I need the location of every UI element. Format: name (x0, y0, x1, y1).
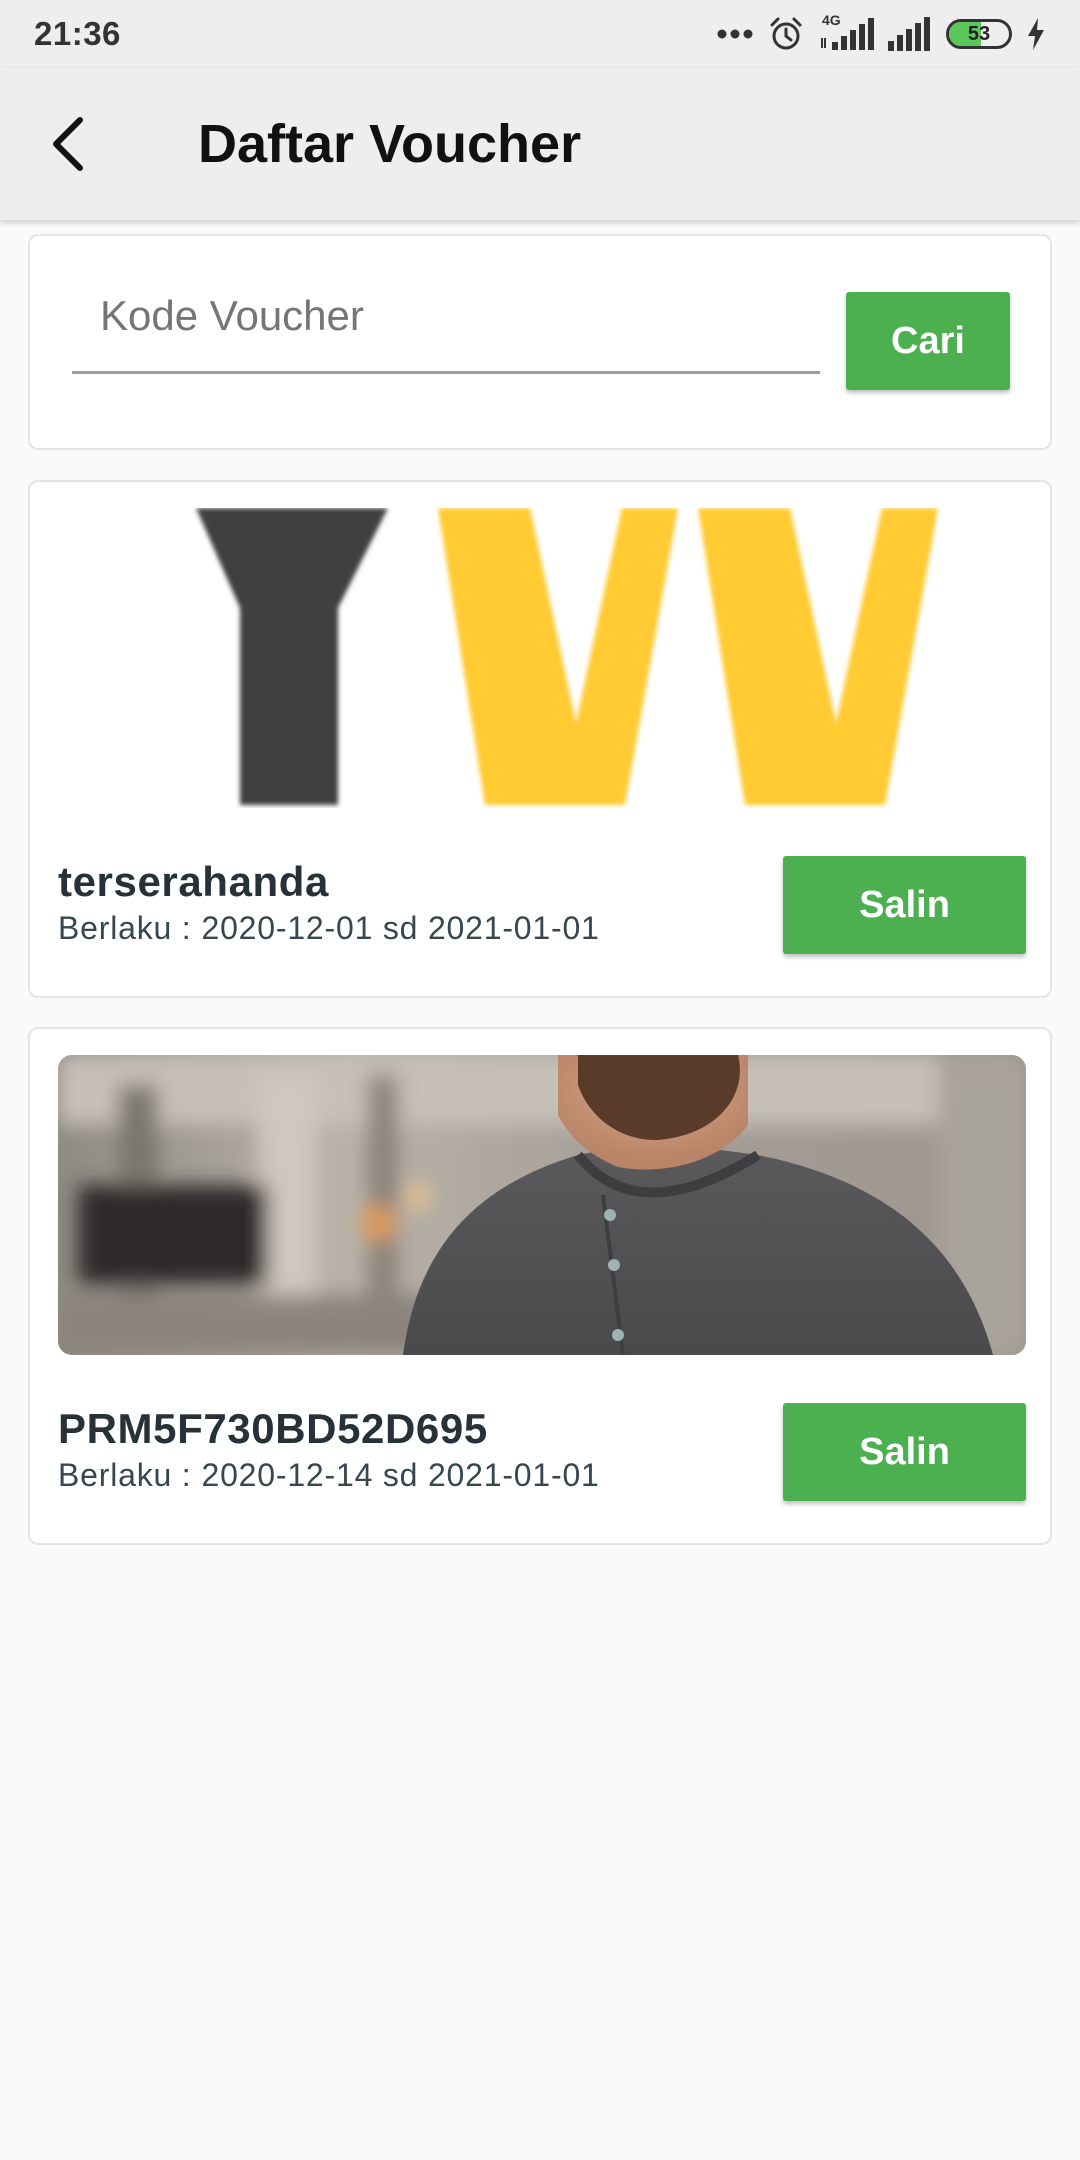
shirt-button (604, 1209, 616, 1221)
voucher-validity: Berlaku : 2020-12-14 sd 2021-01-01 (58, 1457, 600, 1494)
shirt-button (608, 1259, 620, 1271)
charging-bolt-icon (1026, 18, 1046, 50)
voucher-image-logo (58, 508, 1026, 808)
validity-range: 2020-12-01 sd 2021-01-01 (201, 910, 600, 946)
search-card: Cari (28, 234, 1052, 450)
validity-label: Berlaku : (58, 910, 192, 946)
voucher-card: terserahanda Berlaku : 2020-12-01 sd 202… (28, 480, 1052, 998)
validity-label: Berlaku : (58, 1457, 192, 1493)
validity-range: 2020-12-14 sd 2021-01-01 (201, 1457, 600, 1493)
copy-voucher-button[interactable]: Salin (783, 1403, 1026, 1501)
back-arrow-icon (53, 117, 83, 171)
signal-icon (888, 17, 932, 51)
voucher-card: PRM5F730BD52D695 Berlaku : 2020-12-14 sd… (28, 1027, 1052, 1545)
voucher-code-field (72, 276, 820, 374)
signal-4g-icon: 4G (818, 12, 874, 52)
voucher-validity: Berlaku : 2020-12-01 sd 2021-01-01 (58, 910, 600, 947)
page-title: Daftar Voucher (198, 114, 582, 174)
status-icons: 4G 53 (716, 12, 1046, 52)
alarm-clock-icon (768, 16, 804, 52)
voucher-image-photo (58, 1055, 1026, 1355)
battery-level: 53 (967, 22, 991, 45)
voucher-code: PRM5F730BD52D695 (58, 1405, 488, 1452)
status-time: 21:36 (34, 15, 121, 52)
shirt-button (612, 1329, 624, 1341)
status-bar: 21:36 4G 53 (0, 0, 1080, 68)
more-dots-icon (716, 28, 754, 40)
back-button[interactable] (8, 84, 128, 204)
search-button[interactable]: Cari (846, 292, 1010, 390)
voucher-code-input[interactable] (72, 276, 820, 371)
battery-icon: 53 (946, 19, 1012, 49)
voucher-code: terserahanda (58, 858, 329, 905)
copy-voucher-button[interactable]: Salin (783, 856, 1026, 954)
app-bar: Daftar Voucher (0, 68, 1080, 220)
